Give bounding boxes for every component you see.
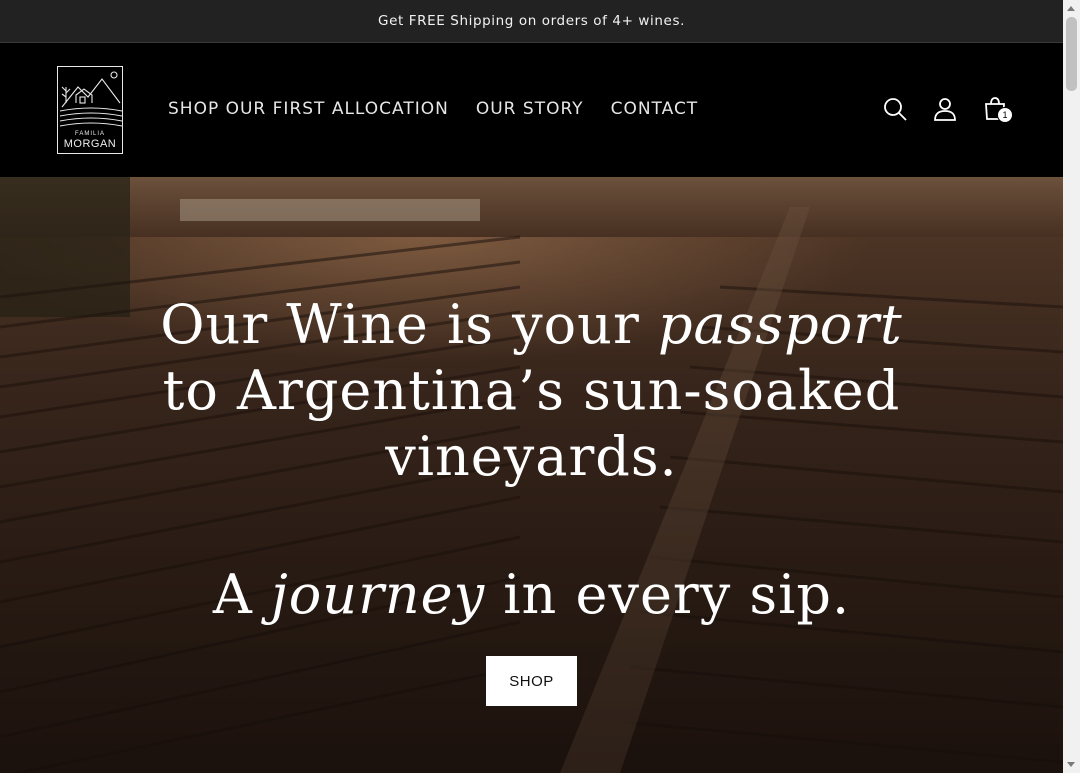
announcement-bar: Get FREE Shipping on orders of 4+ wines. bbox=[0, 0, 1063, 43]
account-icon[interactable] bbox=[932, 96, 958, 122]
nav-contact[interactable]: CONTACT bbox=[611, 99, 699, 119]
logo-text-morgan: MORGAN bbox=[63, 138, 117, 150]
tagline-emphasis: journey bbox=[271, 563, 486, 626]
hero-line1-text: Our Wine is your bbox=[160, 293, 658, 356]
site-header: FAMILIA MORGAN SHOP OUR FIRST ALLOCATION… bbox=[0, 43, 1063, 177]
page-scrollbar[interactable] bbox=[1063, 0, 1080, 773]
hero-line3-text: vineyards. bbox=[385, 425, 678, 488]
cart-icon[interactable]: 1 bbox=[982, 96, 1013, 123]
hero-tagline: A journey in every sip. bbox=[0, 562, 1063, 628]
hero-banner: Our Wine is your passport to Argentina’s… bbox=[0, 177, 1063, 773]
hero-line1-emphasis: passport bbox=[657, 293, 903, 356]
tagline-text-a: A bbox=[212, 563, 272, 626]
scroll-up-icon[interactable] bbox=[1067, 6, 1075, 11]
announcement-text: Get FREE Shipping on orders of 4+ wines. bbox=[378, 13, 685, 29]
scroll-down-icon[interactable] bbox=[1067, 762, 1075, 767]
page: Get FREE Shipping on orders of 4+ wines.… bbox=[0, 0, 1063, 773]
cart-count-badge: 1 bbox=[997, 107, 1013, 123]
shop-button[interactable]: SHOP bbox=[486, 656, 577, 706]
tagline-text-b: in every sip. bbox=[485, 563, 851, 626]
hero-line2-text: to Argentina’s sun-soaked bbox=[162, 359, 901, 422]
header-icons: 1 bbox=[882, 96, 1013, 123]
search-icon[interactable] bbox=[882, 96, 908, 122]
nav-shop-first-allocation[interactable]: SHOP OUR FIRST ALLOCATION bbox=[168, 99, 449, 119]
brand-logo[interactable]: FAMILIA MORGAN bbox=[57, 66, 123, 154]
hero-headline: Our Wine is your passport to Argentina’s… bbox=[0, 292, 1063, 490]
scrollbar-thumb[interactable] bbox=[1066, 17, 1077, 91]
nav-our-story[interactable]: OUR STORY bbox=[476, 99, 584, 119]
logo-text-familia: FAMILIA bbox=[74, 131, 105, 137]
main-nav: SHOP OUR FIRST ALLOCATION OUR STORY CONT… bbox=[168, 99, 698, 119]
